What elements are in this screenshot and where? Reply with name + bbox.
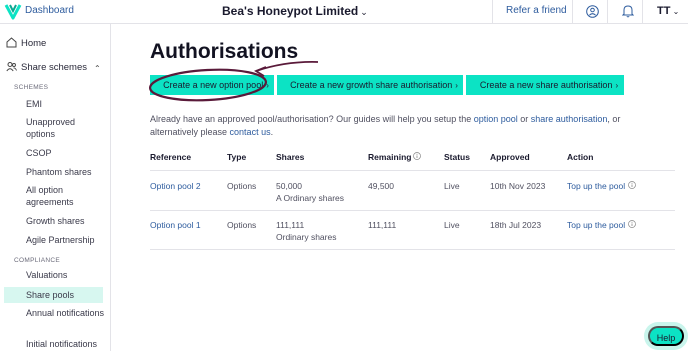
reference-link[interactable]: Option pool 2 (150, 180, 201, 192)
intro-text-part: or (517, 114, 531, 124)
chevron-right-icon: › (266, 81, 269, 90)
logo-icon[interactable] (4, 3, 22, 20)
sidebar-item-label: Share schemes (21, 62, 88, 73)
info-icon[interactable] (628, 220, 636, 228)
sidebar-item-unapproved-options[interactable]: Unapproved options (26, 116, 106, 140)
help-button[interactable]: Help (648, 326, 684, 346)
column-header-shares: Shares (276, 152, 305, 162)
table-divider (150, 170, 675, 171)
shares-cell: 50,000 (276, 181, 302, 191)
home-icon (6, 37, 17, 48)
top-bar: Dashboard Bea's Honeypot Limited ⌄ Refer … (0, 0, 688, 24)
dashboard-link[interactable]: Dashboard (25, 5, 74, 16)
chevron-up-icon[interactable]: ⌃ (94, 64, 101, 73)
intro-text-part: Already have an approved pool/authorisat… (150, 114, 474, 124)
chevron-right-icon: › (615, 81, 619, 90)
sidebar: Home Share schemes ⌃ SCHEMES EMI Unappro… (0, 24, 111, 351)
divider (572, 0, 573, 24)
button-label: Create a new share authorisation (479, 80, 613, 90)
button-label: Create a new option pool (163, 80, 264, 90)
company-name: Bea's Honeypot Limited (222, 4, 359, 18)
sidebar-section-schemes: SCHEMES (14, 84, 49, 91)
sidebar-section-compliance: COMPLIANCE (14, 257, 60, 264)
column-header-status: Status (444, 152, 470, 162)
top-up-pool-link[interactable]: Top up the pool (567, 219, 636, 231)
share-class-cell: A Ordinary shares (276, 193, 345, 203)
sidebar-item-emi[interactable]: EMI (26, 98, 106, 110)
shares-cell: 111,111 (276, 220, 305, 230)
create-growth-share-authorisation-button[interactable]: Create a new growth share authorisation › (277, 75, 463, 95)
info-icon[interactable] (628, 181, 636, 189)
users-icon (6, 62, 17, 72)
remaining-cell: 49,500 (368, 181, 394, 191)
sidebar-item-growth-shares[interactable]: Growth shares (26, 215, 106, 227)
sidebar-item-agile-partnership[interactable]: Agile Partnership (26, 234, 106, 246)
sidebar-item-label: Home (21, 38, 47, 49)
create-option-pool-button[interactable]: Create a new option pool › (150, 75, 274, 95)
column-header-reference: Reference (150, 152, 192, 162)
column-header-label: Remaining (368, 152, 412, 162)
sidebar-item-all-option-agreements[interactable]: All option agreements (26, 184, 106, 208)
sidebar-item-annual-notifications[interactable]: Annual notifications (26, 307, 106, 319)
option-pool-guide-link[interactable]: option pool (474, 114, 518, 124)
contact-us-link[interactable]: contact us (230, 127, 271, 137)
table-divider (150, 210, 675, 211)
action-label: Top up the pool (567, 181, 626, 191)
action-label: Top up the pool (567, 220, 626, 230)
chevron-right-icon: › (455, 81, 458, 90)
sidebar-item-valuations[interactable]: Valuations (26, 269, 106, 281)
share-authorisation-guide-link[interactable]: share authorisation (531, 114, 608, 124)
sidebar-item-share-pools[interactable]: Share pools (26, 289, 106, 301)
divider (492, 0, 493, 24)
info-icon[interactable] (413, 152, 422, 160)
column-header-remaining: Remaining (368, 152, 422, 162)
user-circle-icon[interactable] (586, 5, 599, 18)
account-menu[interactable]: TT ⌄ (657, 5, 679, 17)
sidebar-item-home[interactable]: Home (6, 37, 46, 49)
user-initials: TT (657, 5, 671, 17)
approved-cell: 18th Jul 2023 (490, 220, 542, 230)
company-selector[interactable]: Bea's Honeypot Limited ⌄ (222, 4, 368, 18)
intro-text-part: . (270, 126, 274, 137)
table-divider (150, 249, 675, 250)
refer-a-friend-link[interactable]: Refer a friend (506, 5, 567, 16)
share-class-cell: Ordinary shares (276, 232, 337, 242)
button-label: Create a new growth share authorisation (290, 80, 453, 90)
column-header-action: Action (567, 152, 594, 162)
status-cell: Live (444, 220, 460, 230)
sidebar-item-csop[interactable]: CSOP (26, 147, 106, 159)
intro-text: Already have an approved pool/authorisat… (150, 113, 670, 138)
approved-cell: 10th Nov 2023 (490, 181, 546, 191)
type-cell: Options (227, 220, 257, 230)
reference-link[interactable]: Option pool 1 (150, 219, 201, 231)
main-content: Authorisations Create a new option pool ›… (111, 24, 688, 351)
divider (642, 0, 643, 24)
top-up-pool-link[interactable]: Top up the pool (567, 180, 636, 192)
bell-icon[interactable] (622, 4, 634, 18)
chevron-down-icon: ⌄ (670, 7, 680, 16)
remaining-cell: 111,111 (368, 220, 397, 230)
sidebar-item-share-schemes[interactable]: Share schemes (6, 61, 87, 73)
type-cell: Options (227, 181, 257, 191)
create-share-authorisation-button[interactable]: Create a new share authorisation › (466, 75, 624, 95)
chevron-down-icon: ⌄ (360, 7, 368, 17)
status-cell: Live (444, 181, 460, 191)
page-title: Authorisations (150, 40, 299, 63)
divider (607, 0, 608, 24)
sidebar-item-initial-notifications[interactable]: Initial notifications (26, 338, 106, 350)
column-header-type: Type (227, 152, 247, 162)
column-header-approved: Approved (490, 152, 530, 162)
app-frame: Dashboard Bea's Honeypot Limited ⌄ Refer … (0, 0, 688, 351)
sidebar-item-phantom-shares[interactable]: Phantom shares (26, 166, 106, 178)
